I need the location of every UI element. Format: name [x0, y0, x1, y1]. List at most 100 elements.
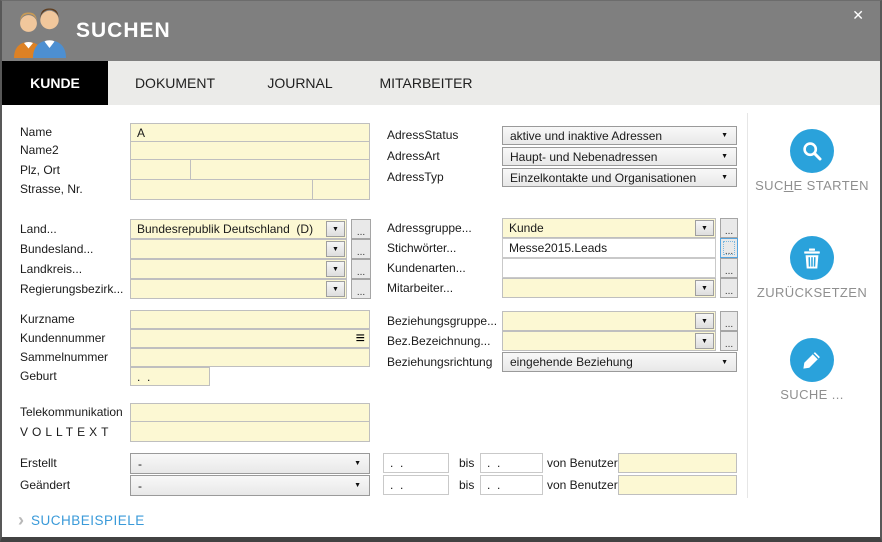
mitarbeiter-dropdown-button[interactable]: ▼ — [695, 280, 714, 296]
sammelnummer-input[interactable] — [130, 348, 370, 367]
strasse-nr-label: Strasse, Nr. — [20, 182, 83, 196]
land-dropdown-button[interactable]: ▼ — [326, 221, 345, 237]
landkreis-picker-button[interactable]: ... — [351, 259, 371, 279]
bundesland-dropdown-button[interactable]: ▼ — [326, 241, 345, 257]
kundenarten-picker-button[interactable]: ... — [720, 258, 738, 278]
search-icon — [790, 129, 834, 173]
ellipsis-icon: ... — [724, 286, 734, 297]
name-label: Name — [20, 125, 53, 139]
beziehungsgruppe-picker-button[interactable]: ... — [720, 311, 738, 331]
regierungsbezirk-dropdown-button[interactable]: ▼ — [326, 281, 345, 297]
tab-journal[interactable]: JOURNAL — [242, 61, 358, 105]
kundennummer-input[interactable]: ≡ — [130, 329, 370, 348]
chevron-down-icon: ▼ — [354, 482, 361, 489]
dialog-header: SUCHEN ✕ — [2, 1, 880, 61]
suchbeispiele-label: SUCHBEISPIELE — [31, 512, 145, 528]
strasse-input[interactable] — [130, 179, 313, 200]
telekommunikation-input[interactable] — [130, 403, 370, 422]
adressstatus-label: AdressStatus — [387, 128, 459, 142]
tab-mitarbeiter[interactable]: MITARBEITER — [358, 61, 494, 105]
chevron-down-icon: ▼ — [721, 153, 728, 160]
erstellt-von-date-input[interactable]: . . — [383, 453, 449, 473]
adresstyp-label: AdressTyp — [387, 170, 444, 184]
zuruecksetzen-button[interactable]: ZURÜCKSETZEN — [742, 236, 880, 300]
beziehungsgruppe-dropdown-button[interactable]: ▼ — [695, 313, 714, 329]
suche-bearbeiten-button[interactable]: SUCHE ... — [742, 338, 880, 402]
erstellt-select[interactable]: - ▼ — [130, 453, 370, 474]
mitarbeiter-picker-button[interactable]: ... — [720, 278, 738, 298]
kurzname-input[interactable] — [130, 310, 370, 329]
bundesland-combobox[interactable]: ▼ — [130, 239, 347, 259]
beziehungsrichtung-value: eingehende Beziehung — [510, 355, 633, 369]
date-value: . . — [487, 478, 501, 492]
landkreis-combobox[interactable]: ▼ — [130, 259, 347, 279]
chevron-down-icon: ▼ — [721, 132, 728, 139]
kundenarten-input[interactable] — [502, 258, 716, 278]
adressgruppe-picker-button[interactable]: ... — [720, 218, 738, 238]
beziehungsrichtung-label: Beziehungsrichtung — [387, 355, 493, 369]
nr-input[interactable] — [312, 179, 370, 200]
land-combobox[interactable]: Bundesrepublik Deutschland (D) ▼ — [130, 219, 347, 239]
geaendert-benutzer-input[interactable] — [618, 475, 737, 495]
kundennummer-label: Kundennummer — [20, 331, 106, 345]
geburt-input[interactable]: . . — [130, 367, 210, 386]
regierungsbezirk-combobox[interactable]: ▼ — [130, 279, 347, 299]
adressgruppe-combobox[interactable]: Kunde ▼ — [502, 218, 716, 238]
menu-icon[interactable]: ≡ — [356, 330, 365, 347]
chevron-down-icon: ▼ — [721, 174, 728, 181]
erstellt-value: - — [138, 456, 142, 471]
bez-bezeichnung-dropdown-button[interactable]: ▼ — [695, 333, 714, 349]
ellipsis-icon: ... — [356, 247, 366, 258]
adressstatus-value: aktive und inaktive Adressen — [510, 128, 663, 143]
chevron-down-icon: ▼ — [332, 265, 339, 273]
von-benutzer-label: von Benutzer — [547, 456, 618, 470]
adressart-select[interactable]: Haupt- und Nebenadressen ▼ — [502, 147, 737, 166]
ellipsis-icon: ... — [356, 267, 366, 278]
tab-dokument[interactable]: DOKUMENT — [108, 61, 242, 105]
tab-kunde[interactable]: KUNDE — [2, 61, 108, 105]
geaendert-bis-date-input[interactable]: . . — [480, 475, 543, 495]
suche-bearbeiten-label: SUCHE ... — [780, 387, 844, 402]
plz-ort-label: Plz, Ort — [20, 163, 61, 177]
volltext-input[interactable] — [130, 421, 370, 442]
adressgruppe-dropdown-button[interactable]: ▼ — [695, 220, 714, 236]
geaendert-label: Geändert — [20, 478, 71, 492]
ort-input[interactable] — [190, 159, 370, 180]
bez-bezeichnung-picker-button[interactable]: ... — [720, 331, 738, 351]
contacts-icon — [14, 8, 66, 58]
geaendert-von-date-input[interactable]: . . — [383, 475, 449, 495]
bez-bezeichnung-combobox[interactable]: ▼ — [502, 331, 716, 351]
mitarbeiter-combobox[interactable]: ▼ — [502, 278, 716, 298]
chevron-right-icon: › — [18, 510, 24, 530]
beziehungsgruppe-label: Beziehungsgruppe... — [387, 314, 498, 328]
bundesland-picker-button[interactable]: ... — [351, 239, 371, 259]
geaendert-value: - — [138, 478, 142, 493]
name-input[interactable]: A — [130, 123, 370, 142]
beziehungsgruppe-combobox[interactable]: ▼ — [502, 311, 716, 331]
ellipsis-icon: ... — [724, 339, 734, 350]
regierungsbezirk-picker-button[interactable]: ... — [351, 279, 371, 299]
plz-input[interactable] — [130, 159, 191, 180]
date-value: . . — [390, 478, 404, 492]
ellipsis-icon: ... — [724, 319, 734, 330]
adresstyp-select[interactable]: Einzelkontakte und Organisationen ▼ — [502, 168, 737, 187]
chevron-down-icon: ▼ — [332, 225, 339, 233]
stichwoerter-input[interactable]: Messe2015.Leads — [502, 238, 716, 258]
land-picker-button[interactable]: ... — [351, 219, 371, 239]
adressgruppe-value: Kunde — [509, 221, 544, 235]
pencil-icon — [790, 338, 834, 382]
landkreis-dropdown-button[interactable]: ▼ — [326, 261, 345, 277]
adresstyp-value: Einzelkontakte und Organisationen — [510, 170, 697, 185]
erstellt-benutzer-input[interactable] — [618, 453, 737, 473]
beziehungsrichtung-select[interactable]: eingehende Beziehung ▼ — [502, 352, 737, 372]
geaendert-select[interactable]: - ▼ — [130, 475, 370, 496]
stichwoerter-value: Messe2015.Leads — [509, 241, 608, 255]
erstellt-bis-date-input[interactable]: . . — [480, 453, 543, 473]
suche-starten-button[interactable]: SUCHE STARTEN — [742, 129, 880, 193]
suchbeispiele-link[interactable]: › SUCHBEISPIELE — [18, 511, 145, 529]
stichwoerter-picker-button[interactable]: ... — [720, 238, 738, 258]
close-icon[interactable]: ✕ — [852, 6, 864, 24]
geburt-label: Geburt — [20, 369, 57, 383]
adressstatus-select[interactable]: aktive und inaktive Adressen ▼ — [502, 126, 737, 145]
name2-input[interactable] — [130, 141, 370, 160]
